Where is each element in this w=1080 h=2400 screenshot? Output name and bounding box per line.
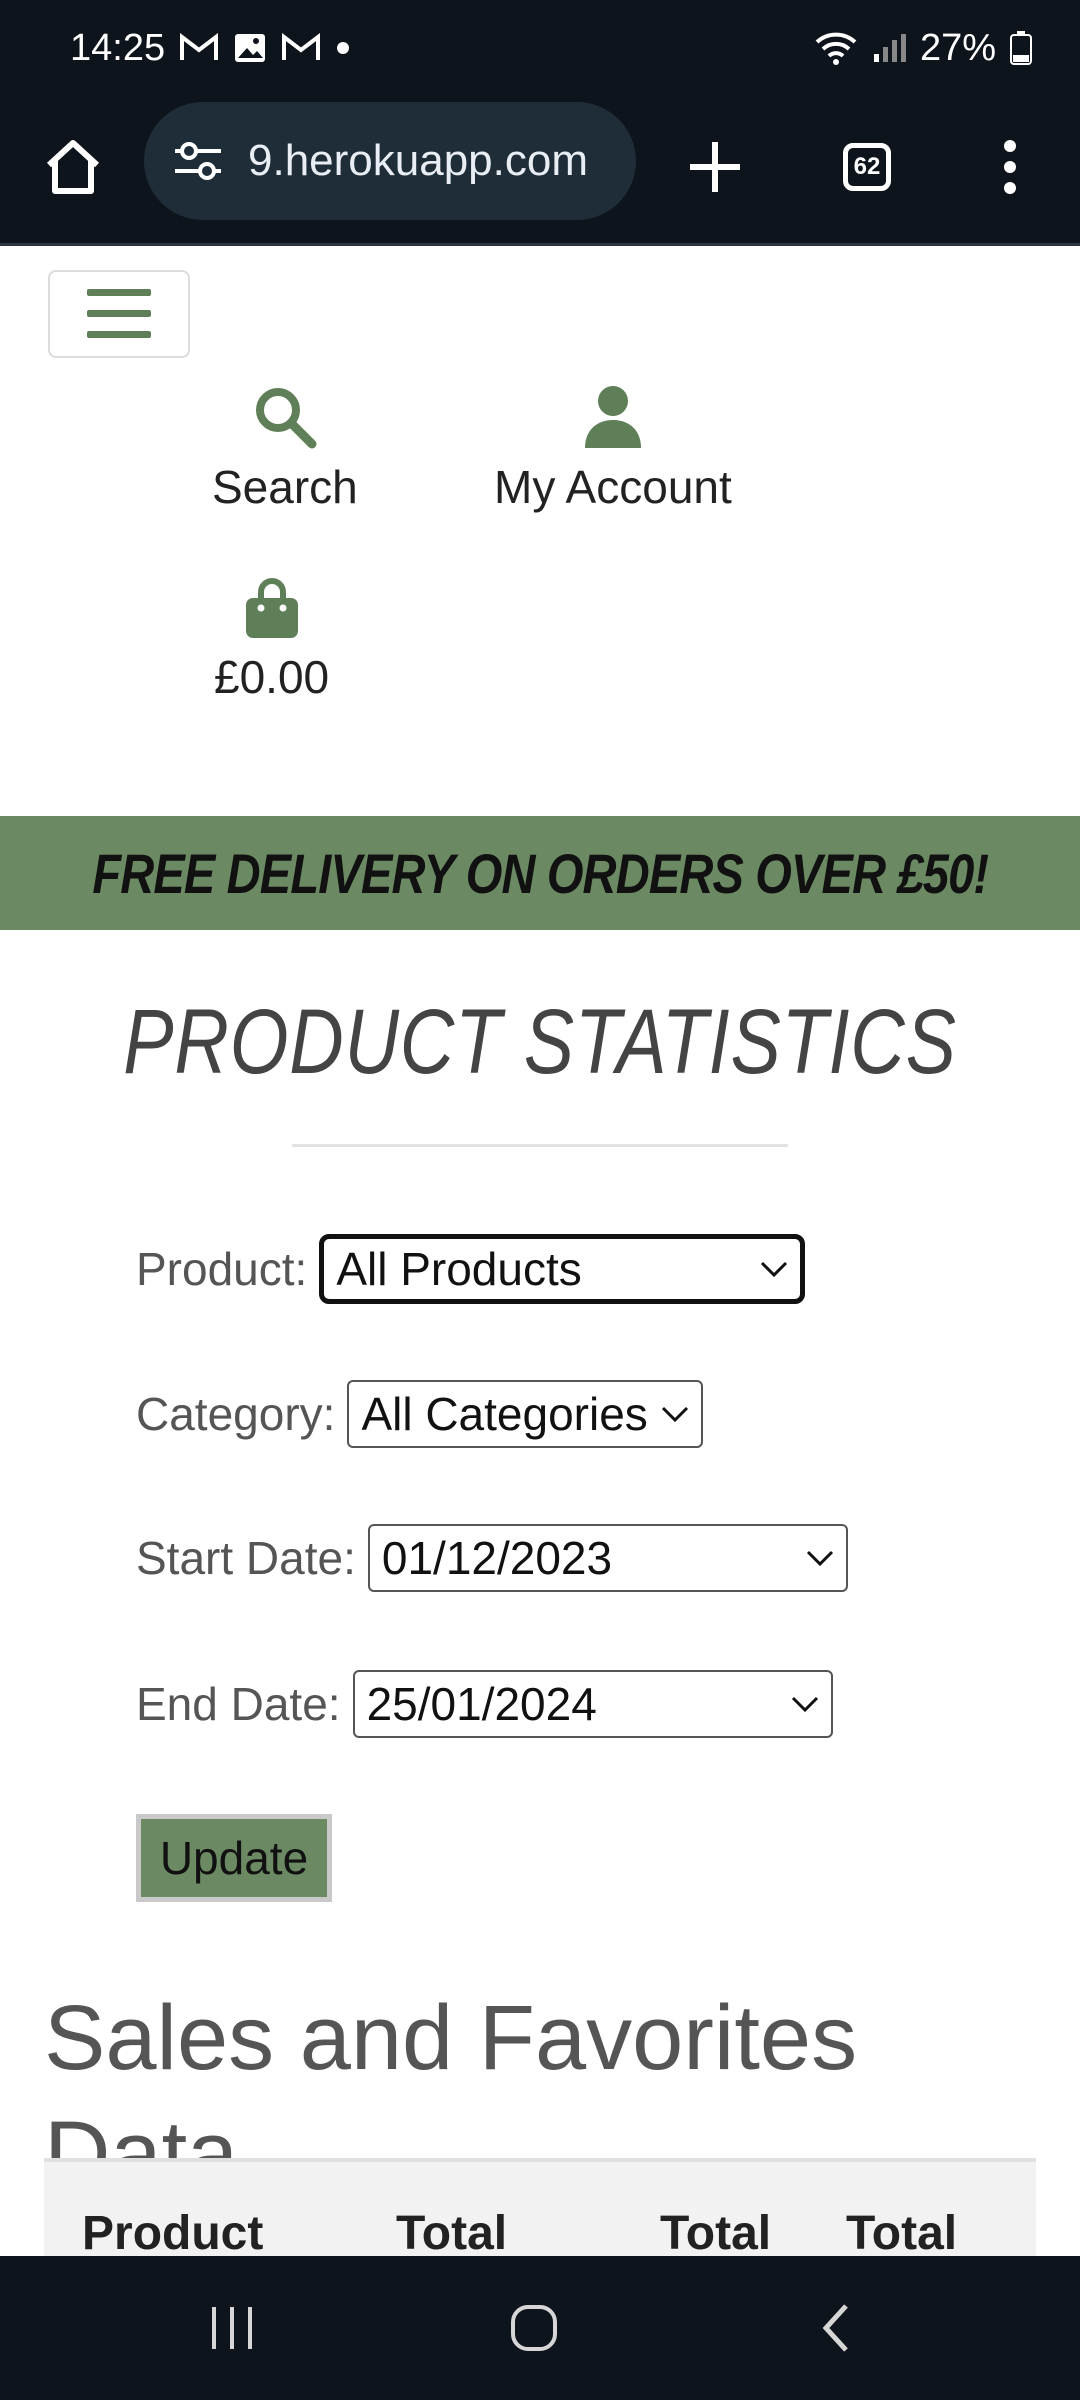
back-button[interactable] (796, 2292, 876, 2364)
recent-apps-icon (212, 2307, 252, 2349)
chevron-down-icon (662, 1406, 689, 1423)
hamburger-icon (87, 289, 151, 338)
home-icon (46, 140, 100, 194)
product-select-value: All Products (336, 1243, 582, 1295)
banner-text: FREE DELIVERY ON ORDERS OVER £50! (92, 841, 989, 905)
search-icon (255, 388, 317, 449)
category-label: Category: (136, 1388, 336, 1440)
gmail-icon (281, 33, 321, 63)
product-select[interactable]: All Products (319, 1234, 806, 1304)
recent-apps-button[interactable] (192, 2292, 272, 2364)
chevron-down-icon (761, 1261, 788, 1278)
bag-total: £0.00 (214, 651, 330, 703)
column-header-total-2: Total (660, 2207, 772, 2258)
tab-switcher-button[interactable]: 62 (832, 132, 902, 202)
address-bar[interactable]: 9.herokuapp.com (144, 102, 636, 220)
update-button[interactable]: Update (136, 1814, 332, 1902)
site-settings-icon[interactable] (166, 129, 230, 193)
gallery-icon (233, 32, 267, 64)
title-divider (292, 1144, 788, 1147)
search-label: Search (212, 461, 358, 513)
end-date-value: 25/01/2024 (366, 1678, 597, 1730)
browser-menu-button[interactable] (980, 132, 1040, 202)
system-nav-bar (0, 2256, 1080, 2400)
my-account-label: My Account (494, 461, 732, 513)
product-filter-row: Product: All Products (136, 1234, 806, 1304)
gmail-icon (179, 33, 219, 63)
start-date-value: 01/12/2023 (381, 1532, 613, 1584)
column-header-total-3: Total (846, 2207, 958, 2258)
back-icon (822, 2304, 848, 2352)
battery-percent: 27% (919, 26, 996, 69)
nav-toggle-button[interactable] (48, 270, 190, 358)
end-date-label: End Date: (136, 1678, 341, 1730)
clock: 14:25 (70, 26, 166, 69)
more-vert-icon (1004, 140, 1016, 194)
url-text: 9.herokuapp.com (248, 136, 588, 185)
end-date-select[interactable]: 25/01/2024 (352, 1670, 833, 1738)
tab-count: 62 (843, 143, 891, 191)
category-select-value: All Categories (361, 1388, 648, 1440)
column-header-total-1: Total (396, 2207, 508, 2258)
status-bar: 14:25 27% (0, 0, 1080, 96)
browser-toolbar: 9.herokuapp.com 62 (0, 96, 1080, 246)
start-date-row: Start Date: 01/12/2023 (136, 1524, 848, 1592)
page-title: PRODUCT STATISTICS (123, 991, 957, 1093)
signal-icon (872, 32, 906, 64)
category-select[interactable]: All Categories (347, 1380, 704, 1448)
my-account-link[interactable]: My Account (494, 384, 732, 514)
table-header: Product Total Total Total (44, 2158, 1036, 2258)
chevron-down-icon (791, 1696, 818, 1713)
battery-icon (1010, 31, 1032, 65)
home-nav-button[interactable] (494, 2292, 574, 2364)
product-label: Product: (136, 1243, 308, 1295)
chevron-down-icon (806, 1550, 833, 1567)
column-header-product: Product (82, 2207, 264, 2258)
delivery-banner: FREE DELIVERY ON ORDERS OVER £50! (0, 816, 1080, 930)
start-date-select[interactable]: 01/12/2023 (367, 1524, 848, 1592)
notification-dot-icon (335, 40, 351, 56)
user-icon (584, 386, 641, 448)
start-date-label: Start Date: (136, 1532, 356, 1584)
home-button[interactable] (38, 132, 108, 202)
new-tab-button[interactable] (680, 132, 750, 202)
home-circle-icon (511, 2305, 557, 2351)
end-date-row: End Date: 25/01/2024 (136, 1670, 833, 1738)
shopping-bag-link[interactable]: £0.00 (214, 578, 329, 704)
shopping-bag-icon (245, 578, 298, 638)
category-filter-row: Category: All Categories (136, 1380, 704, 1448)
search-link[interactable]: Search (212, 384, 358, 514)
plus-icon (690, 142, 740, 192)
wifi-icon (814, 30, 858, 66)
